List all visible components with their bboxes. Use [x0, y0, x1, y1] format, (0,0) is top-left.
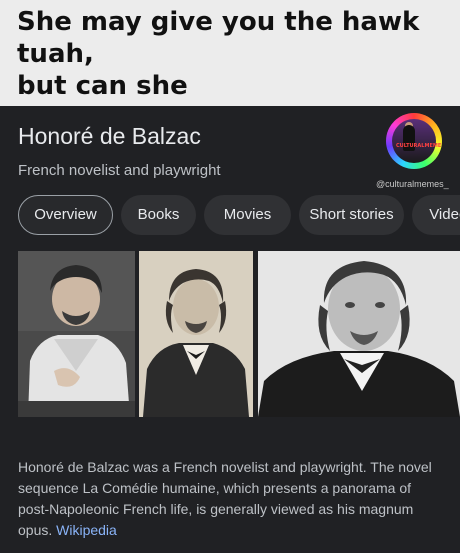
meme-caption-line-3: but can she: [17, 71, 188, 101]
tab-chips: Overview Books Movies Short stories Vide…: [18, 195, 460, 237]
watermark-logo-text: CULTURALMEMES: [396, 143, 442, 149]
entity-title: Honoré de Balzac: [18, 123, 201, 149]
meme-caption-line-2: tuah,: [17, 39, 94, 69]
knowledge-panel: Honoré de Balzac French novelist and pla…: [0, 106, 460, 553]
wikipedia-link[interactable]: Wikipedia: [56, 522, 117, 538]
tab-books[interactable]: Books: [121, 195, 196, 235]
tab-overview[interactable]: Overview: [18, 195, 113, 235]
portrait-photo-1[interactable]: [18, 251, 135, 417]
watermark-handle: @culturalmemes_: [376, 179, 449, 189]
portrait-photo-3[interactable]: [258, 251, 460, 417]
watermark-logo: CULTURALMEMES: [386, 113, 442, 169]
tab-movies[interactable]: Movies: [204, 195, 291, 235]
entity-description: Honoré de Balzac was a French novelist a…: [18, 457, 438, 541]
portrait-photo-2[interactable]: [139, 251, 253, 417]
meme-caption-line-1: She may give you the hawk: [17, 7, 420, 37]
tab-videos[interactable]: Videos: [412, 195, 460, 235]
entity-subtitle: French novelist and playwright: [18, 162, 221, 179]
meme-caption: She may give you the hawk tuah, but can …: [0, 0, 460, 106]
tab-short-stories[interactable]: Short stories: [299, 195, 404, 235]
